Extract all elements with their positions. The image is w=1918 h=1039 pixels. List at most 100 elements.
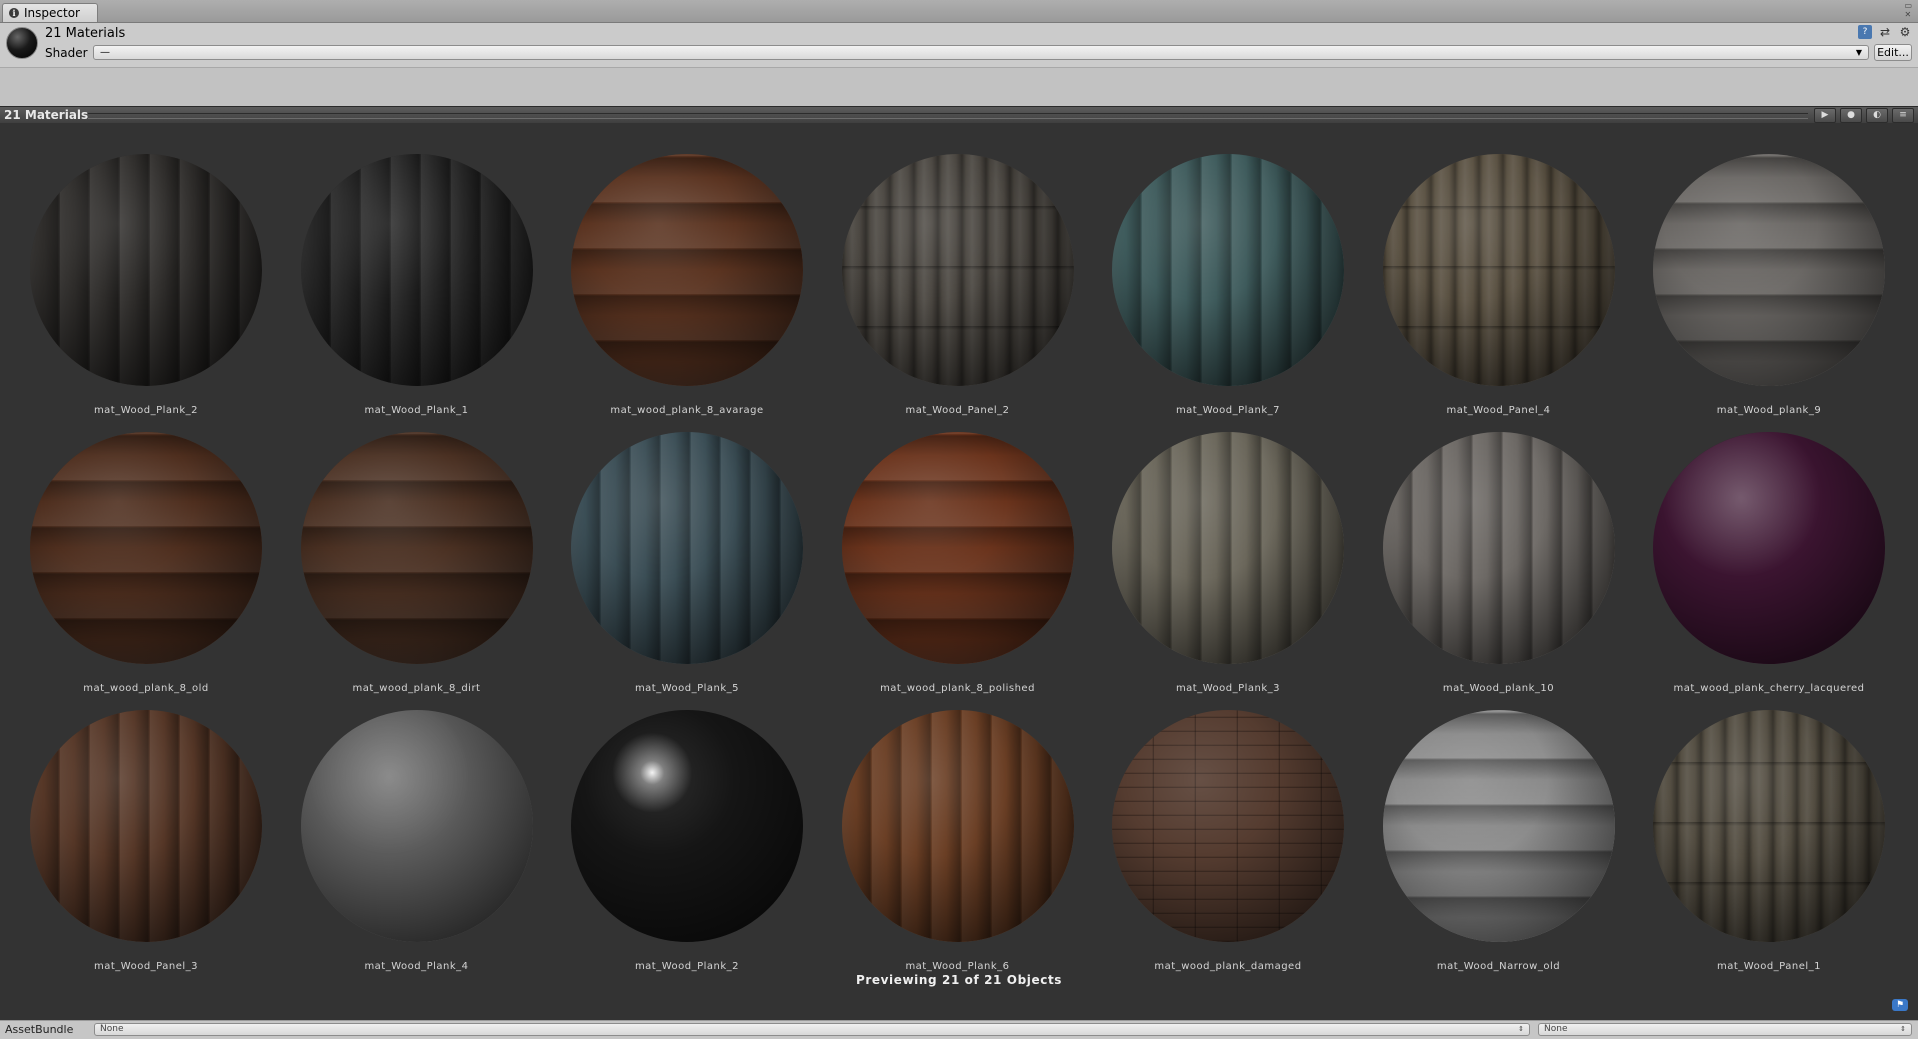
sphere-shading <box>841 432 1074 664</box>
help-book-icon[interactable]: ? <box>1858 25 1872 39</box>
sphere-shading <box>300 432 533 664</box>
material-name-label: mat_wood_plank_damaged <box>1154 961 1302 972</box>
sphere-shading <box>1653 710 1885 942</box>
tab-inspector-label: Inspector <box>24 6 80 20</box>
material-preview-item[interactable]: mat_Wood_plank_10 <box>1351 400 1621 694</box>
material-preview-item[interactable]: mat_wood_plank_8_old <box>0 400 268 694</box>
dropdown-arrow-icon: ⇕ <box>1900 1025 1906 1033</box>
material-name-label: mat_Wood_Narrow_old <box>1436 961 1561 972</box>
play-icon[interactable]: ▶ <box>1814 108 1836 123</box>
material-sphere <box>841 154 1074 386</box>
inspector-title: 21 Materials <box>45 26 126 41</box>
inspector-body <box>0 67 1918 106</box>
material-preview-item[interactable]: mat_Wood_Panel_4 <box>1351 122 1621 416</box>
shader-dropdown[interactable]: — ▼ <box>93 45 1869 60</box>
material-sphere <box>1653 154 1885 386</box>
asset-bundle-dropdown[interactable]: None ⇕ <box>94 1023 1530 1036</box>
material-sphere <box>1382 710 1615 942</box>
window-controls: ▭ ✕ <box>1904 1 1912 19</box>
material-sphere <box>1382 432 1615 664</box>
close-icon[interactable]: ✕ <box>1904 10 1912 19</box>
label-tag-icon[interactable]: ⚑ <box>1892 999 1908 1011</box>
sphere-shading <box>571 154 803 386</box>
material-name-label: mat_Wood_Plank_2 <box>634 961 740 972</box>
lighting-toggle-icon[interactable]: ◐ <box>1866 108 1888 123</box>
material-preview-item[interactable]: mat_Wood_Plank_4 <box>269 678 539 972</box>
material-preview-item[interactable]: mat_Wood_Plank_3 <box>1080 400 1350 694</box>
material-preview-item[interactable]: mat_wood_plank_cherry_lacquered <box>1621 400 1891 694</box>
material-sphere <box>30 154 262 386</box>
material-preview-item[interactable]: mat_wood_plank_damaged <box>1080 678 1350 972</box>
maximize-icon[interactable]: ▭ <box>1904 1 1912 10</box>
material-name-label: mat_Wood_Plank_6 <box>905 961 1010 972</box>
material-preview-item[interactable]: mat_Wood_Plank_2 <box>539 678 809 972</box>
menu-icon[interactable]: ≡ <box>1892 108 1914 123</box>
material-sphere <box>300 710 533 942</box>
material-preview-item[interactable]: mat_Wood_Narrow_old <box>1351 678 1621 972</box>
material-preview-item[interactable]: mat_Wood_Plank_6 <box>810 678 1080 972</box>
material-name-label: mat_Wood_Panel_1 <box>1716 961 1821 972</box>
material-sphere <box>841 432 1074 664</box>
material-preview-item[interactable]: mat_Wood_Plank_5 <box>539 400 809 694</box>
tab-strip: i Inspector ▭ ✕ <box>0 0 1918 23</box>
sphere-shading <box>571 432 803 664</box>
sphere-shading <box>300 710 533 942</box>
material-preview-item[interactable]: mat_Wood_Panel_2 <box>810 122 1080 416</box>
sphere-shading <box>571 710 803 942</box>
sphere-shape-icon[interactable]: ● <box>1840 108 1862 123</box>
material-preview-item[interactable]: mat_Wood_Panel_3 <box>0 678 268 972</box>
sphere-shading <box>30 154 262 386</box>
sphere-shading <box>1112 710 1344 942</box>
info-icon: i <box>9 8 19 18</box>
sphere-shading <box>30 710 262 942</box>
gear-icon[interactable]: ⚙ <box>1898 25 1912 39</box>
preview-resize-handle[interactable] <box>88 113 1808 119</box>
asset-bundle-bar: AssetBundle None ⇕ None ⇕ <box>0 1020 1918 1039</box>
material-sphere <box>1653 432 1885 664</box>
material-sphere <box>300 432 533 664</box>
sphere-shading <box>1112 432 1344 664</box>
material-sphere <box>841 710 1074 942</box>
sphere-shading <box>1382 432 1615 664</box>
inspector-header: 21 Materials Shader — ▼ Edit... ? ⇄ ⚙ <box>0 23 1918 67</box>
material-name-label: mat_Wood_Plank_4 <box>364 961 469 972</box>
sphere-shading <box>841 154 1074 386</box>
material-sphere <box>1653 710 1885 942</box>
material-preview-item[interactable]: mat_wood_plank_8_dirt <box>269 400 539 694</box>
tab-inspector[interactable]: i Inspector <box>2 3 98 22</box>
material-sphere <box>571 710 803 942</box>
material-sphere <box>1112 154 1344 386</box>
preview-footer: Previewing 21 of 21 Objects <box>855 973 1063 987</box>
sphere-shading <box>841 710 1074 942</box>
sphere-shading <box>300 154 533 386</box>
sphere-shading <box>1112 154 1344 386</box>
sphere-shading <box>1653 154 1885 386</box>
material-preview-item[interactable]: mat_Wood_Plank_1 <box>269 122 539 416</box>
material-sphere <box>571 432 803 664</box>
material-preview-item[interactable]: mat_wood_plank_8_avarage <box>539 122 809 416</box>
preview-buttons: ▶ ● ◐ ≡ <box>1814 108 1914 123</box>
material-preview-item[interactable]: mat_Wood_Plank_7 <box>1080 122 1350 416</box>
material-sphere <box>300 154 533 386</box>
sphere-shading <box>1382 710 1615 942</box>
preview-title: 21 Materials <box>4 108 89 122</box>
material-sphere <box>30 710 262 942</box>
shader-label: Shader <box>45 46 88 60</box>
material-preview-item[interactable]: mat_wood_plank_8_polished <box>810 400 1080 694</box>
material-preview-item[interactable]: mat_Wood_Plank_2 <box>0 122 268 416</box>
material-preview-item[interactable]: mat_Wood_Panel_1 <box>1621 678 1891 972</box>
dropdown-arrow-icon: ▼ <box>1855 48 1862 57</box>
asset-variant-dropdown[interactable]: None ⇕ <box>1538 1023 1912 1036</box>
sphere-shading <box>1382 154 1615 386</box>
asset-bundle-value: None <box>100 1024 124 1034</box>
material-thumbnail <box>6 27 38 59</box>
material-sphere <box>30 432 262 664</box>
preset-icon[interactable]: ⇄ <box>1878 25 1892 39</box>
sphere-shading <box>1653 432 1885 664</box>
material-preview-item[interactable]: mat_Wood_plank_9 <box>1621 122 1891 416</box>
material-sphere <box>571 154 803 386</box>
material-name-label: mat_Wood_Panel_3 <box>93 961 198 972</box>
material-sphere <box>1112 710 1344 942</box>
header-icons: ? ⇄ ⚙ <box>1858 25 1912 39</box>
edit-shader-button[interactable]: Edit... <box>1874 44 1912 61</box>
